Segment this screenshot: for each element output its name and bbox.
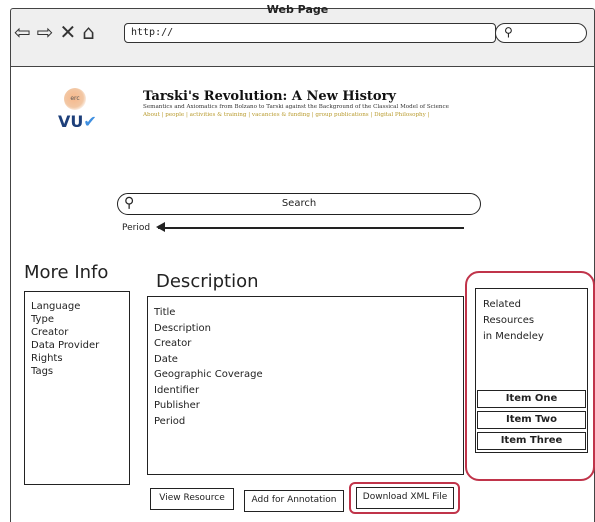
add-annotation-button[interactable]: Add for Annotation	[244, 490, 344, 512]
site-title: Tarski's Revolution: A New History	[143, 89, 396, 104]
description-panel: Title Description Creator Date Geographi…	[147, 296, 464, 475]
erc-logo: erc	[64, 88, 86, 110]
period-label: Period	[122, 223, 151, 233]
list-item: Language	[31, 301, 81, 312]
search-input[interactable]: ⚲ Search	[117, 193, 481, 215]
view-resource-button[interactable]: View Resource	[150, 488, 234, 510]
download-xml-button[interactable]: Download XML File	[356, 487, 454, 509]
list-item: Creator	[154, 338, 192, 349]
forward-arrow-icon[interactable]: ⇨	[37, 22, 54, 42]
vu-logo: VU✔	[58, 112, 97, 131]
list-item: Publisher	[154, 400, 200, 411]
period-slider-handle[interactable]	[156, 222, 165, 232]
related-item-button[interactable]: Item Three	[477, 432, 586, 450]
browser-nav: ⇦ ⇨ ✕ ⌂	[14, 20, 95, 44]
list-item: Date	[154, 353, 178, 365]
related-item-button[interactable]: Item Two	[477, 411, 586, 429]
list-item: Type	[31, 314, 54, 325]
more-info-heading: More Info	[24, 262, 109, 283]
list-item: Geographic Coverage	[154, 369, 263, 380]
site-subtitle: Semantics and Axiomatics from Bolzano to…	[143, 104, 449, 110]
search-label: Search	[281, 198, 317, 209]
close-icon[interactable]: ✕	[60, 22, 77, 42]
more-info-panel: Language Type Creator Data Provider Righ…	[24, 291, 130, 485]
list-item: Tags	[31, 366, 54, 377]
list-item: Title	[154, 307, 176, 318]
search-icon: ⚲	[504, 25, 513, 39]
list-item: Period	[154, 415, 186, 427]
home-icon[interactable]: ⌂	[82, 22, 95, 42]
browser-search-input[interactable]: ⚲	[495, 23, 587, 43]
url-bar[interactable]: http://	[124, 23, 496, 43]
list-item: Creator	[31, 327, 69, 338]
window-title: Web Page	[266, 3, 329, 16]
period-slider[interactable]	[158, 227, 464, 229]
list-item: Description	[154, 322, 211, 334]
list-item: Identifier	[154, 384, 200, 396]
list-item: Rights	[31, 353, 63, 364]
related-resources-label: Related Resources in Mendeley	[483, 299, 544, 342]
back-arrow-icon[interactable]: ⇦	[14, 22, 31, 42]
related-item-button[interactable]: Item One	[477, 390, 586, 408]
list-item: Data Provider	[31, 340, 100, 351]
site-nav-links[interactable]: About | people | activities & training |…	[143, 112, 429, 118]
description-heading: Description	[156, 271, 259, 292]
